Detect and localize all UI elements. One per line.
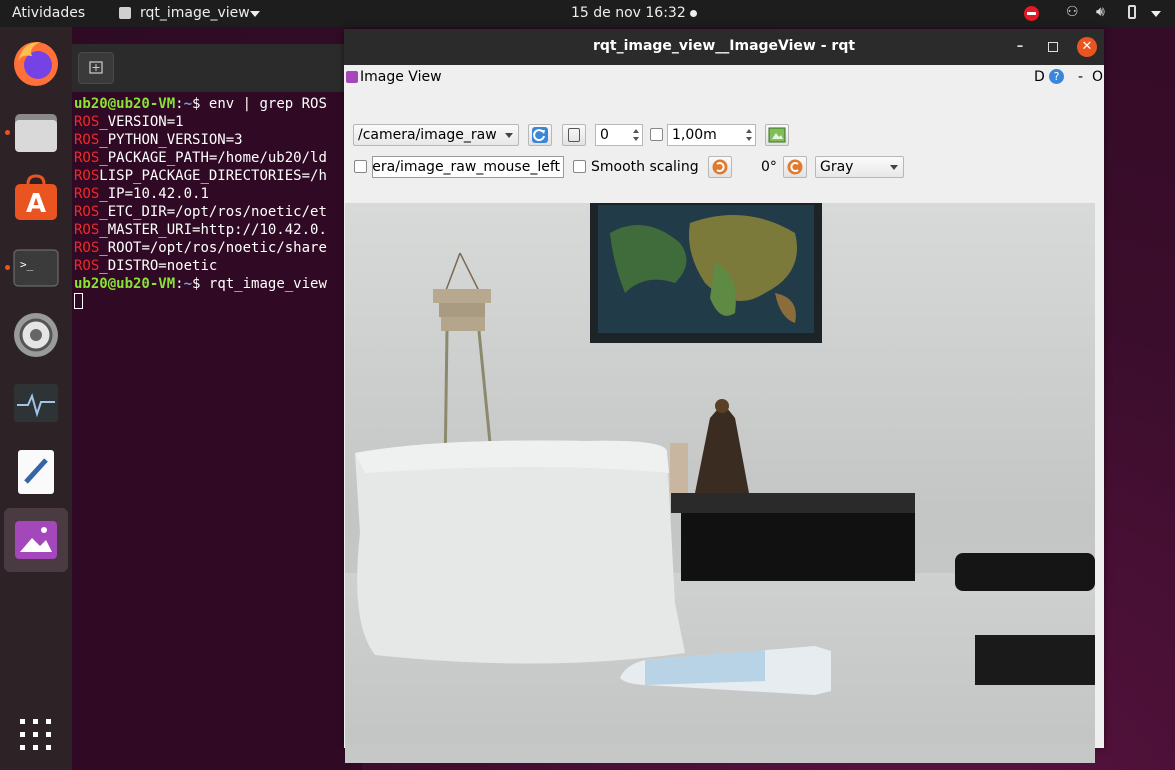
system-menu-chevron-icon[interactable]	[1151, 11, 1161, 17]
terminal-headerbar	[72, 44, 362, 92]
volume-icon[interactable]: 🔊︎	[1096, 4, 1105, 20]
battery-icon[interactable]	[1128, 5, 1136, 19]
dock-terminal[interactable]: >_	[4, 236, 68, 300]
plugin-minimize-button[interactable]: -	[1078, 69, 1083, 85]
rqt-content: Image View D ? - O /camera/image_raw 0 1…	[344, 65, 1104, 763]
network-icon[interactable]: ⚇	[1066, 4, 1079, 20]
camera-image[interactable]	[345, 203, 1095, 763]
terminal-cursor	[74, 293, 83, 309]
window-title: rqt_image_view__ImageView - rqt	[592, 38, 856, 54]
system-monitor-icon	[14, 384, 58, 422]
dock-firefox[interactable]	[4, 32, 68, 96]
close-button[interactable]: ✕	[1077, 37, 1097, 57]
show-applications-button[interactable]	[20, 719, 52, 751]
dock-software[interactable]: A	[4, 168, 68, 232]
rqt-titlebar[interactable]: rqt_image_view__ImageView - rqt – ✕	[344, 29, 1104, 65]
refresh-topics-button[interactable]	[528, 124, 552, 146]
publish-click-checkbox[interactable]	[354, 160, 367, 173]
plugin-close-button[interactable]: O	[1092, 69, 1103, 85]
dynamic-range-checkbox[interactable]	[650, 128, 663, 141]
rqt-window[interactable]: rqt_image_view__ImageView - rqt – ✕ Imag…	[344, 29, 1104, 763]
terminal-line: ub20@ub20-VM:~$ rqt_image_view	[74, 276, 327, 292]
save-image-icon	[768, 127, 786, 143]
save-image-button[interactable]	[765, 124, 789, 146]
clock[interactable]: 15 de nov 16:32	[571, 5, 686, 21]
text-editor-icon	[18, 450, 54, 494]
help-icon[interactable]: ?	[1049, 69, 1064, 84]
dock-image-viewer[interactable]	[4, 508, 68, 572]
image-view-plugin-icon	[346, 71, 358, 83]
terminal-line: ROS_ETC_DIR=/opt/ros/noetic/et	[74, 204, 327, 220]
firefox-icon	[14, 42, 58, 86]
mouse-topic-input[interactable]: era/image_raw_mouse_left	[372, 156, 564, 178]
plugin-title: Image View	[360, 69, 442, 85]
show-applications-icon	[20, 719, 51, 750]
terminal-line: ROS_PACKAGE_PATH=/home/ub20/ld	[74, 150, 327, 166]
app-icon	[119, 7, 131, 19]
max-range-spinbox[interactable]: 1,00m	[667, 124, 756, 146]
svg-text:A: A	[26, 189, 46, 219]
terminal-line: ROS_PYTHON_VERSION=3	[74, 132, 243, 148]
terminal-line: ROSLISP_PACKAGE_DIRECTORIES=/h	[74, 168, 327, 184]
chevron-down-icon	[890, 165, 898, 170]
rotate-left-button[interactable]	[708, 156, 732, 178]
terminal-output: ub20@ub20-VM:~$ env | grep ROS ROS_VERSIO…	[74, 95, 327, 311]
topic-value: /camera/image_raw	[358, 127, 497, 143]
terminal-line: ROS_MASTER_URI=http://10.42.0.	[74, 222, 327, 238]
files-icon	[15, 114, 57, 152]
maximize-button[interactable]	[1043, 37, 1063, 57]
minimize-button[interactable]: –	[1010, 37, 1030, 57]
dock-system-monitor[interactable]	[4, 372, 68, 436]
chevron-down-icon	[250, 11, 260, 17]
app-menu[interactable]: rqt_image_view	[140, 5, 250, 21]
terminal-line: ROS_IP=10.42.0.1	[74, 186, 209, 202]
refresh-icon	[532, 127, 548, 143]
rotate-right-button[interactable]	[783, 156, 807, 178]
dock-toggle-button[interactable]: D	[1034, 69, 1045, 85]
minimize-icon: –	[1016, 39, 1024, 54]
do-not-disturb-icon[interactable]	[1024, 6, 1039, 21]
camera-scene	[345, 203, 1095, 763]
num-gridlines-spinbox[interactable]: 0	[595, 124, 643, 146]
dock-text-editor[interactable]	[4, 440, 68, 504]
terminal-line: ub20@ub20-VM:~$ env | grep ROS	[74, 96, 327, 112]
dock-settings[interactable]	[4, 304, 68, 368]
rotate-right-icon	[787, 159, 803, 175]
svg-text:>_: >_	[20, 258, 34, 271]
zoom-icon	[568, 128, 580, 142]
notification-dot-icon	[690, 10, 697, 17]
terminal-icon: >_	[13, 249, 59, 287]
new-tab-icon	[89, 61, 103, 74]
zoom-1-button[interactable]	[562, 124, 586, 146]
topic-select[interactable]: /camera/image_raw	[353, 124, 519, 146]
image-viewer-icon	[15, 521, 57, 559]
settings-icon	[14, 313, 58, 357]
new-tab-button[interactable]	[78, 52, 114, 84]
terminal-line: ROS_VERSION=1	[74, 114, 184, 130]
terminal-line: ROS_DISTRO=noetic	[74, 258, 218, 274]
terminal-window[interactable]: ub20@ub20-VM:~$ env | grep ROS ROS_VERSIO…	[72, 44, 362, 770]
chevron-down-icon	[505, 133, 513, 138]
dock-files[interactable]	[4, 100, 68, 164]
maximize-icon	[1048, 42, 1058, 52]
smooth-scaling-label: Smooth scaling	[591, 159, 699, 175]
smooth-scaling-checkbox[interactable]	[573, 160, 586, 173]
terminal-line: ROS_ROOT=/opt/ros/noetic/share	[74, 240, 327, 256]
dock: A >_	[0, 27, 72, 770]
rotation-label: 0°	[761, 159, 777, 175]
software-icon: A	[15, 174, 57, 220]
close-icon: ✕	[1081, 39, 1093, 54]
rotate-left-icon	[712, 159, 728, 175]
top-bar: Atividades rqt_image_view 15 de nov 16:3…	[0, 0, 1175, 27]
color-scheme-select[interactable]: Gray	[815, 156, 904, 178]
activities-button[interactable]: Atividades	[12, 5, 85, 21]
